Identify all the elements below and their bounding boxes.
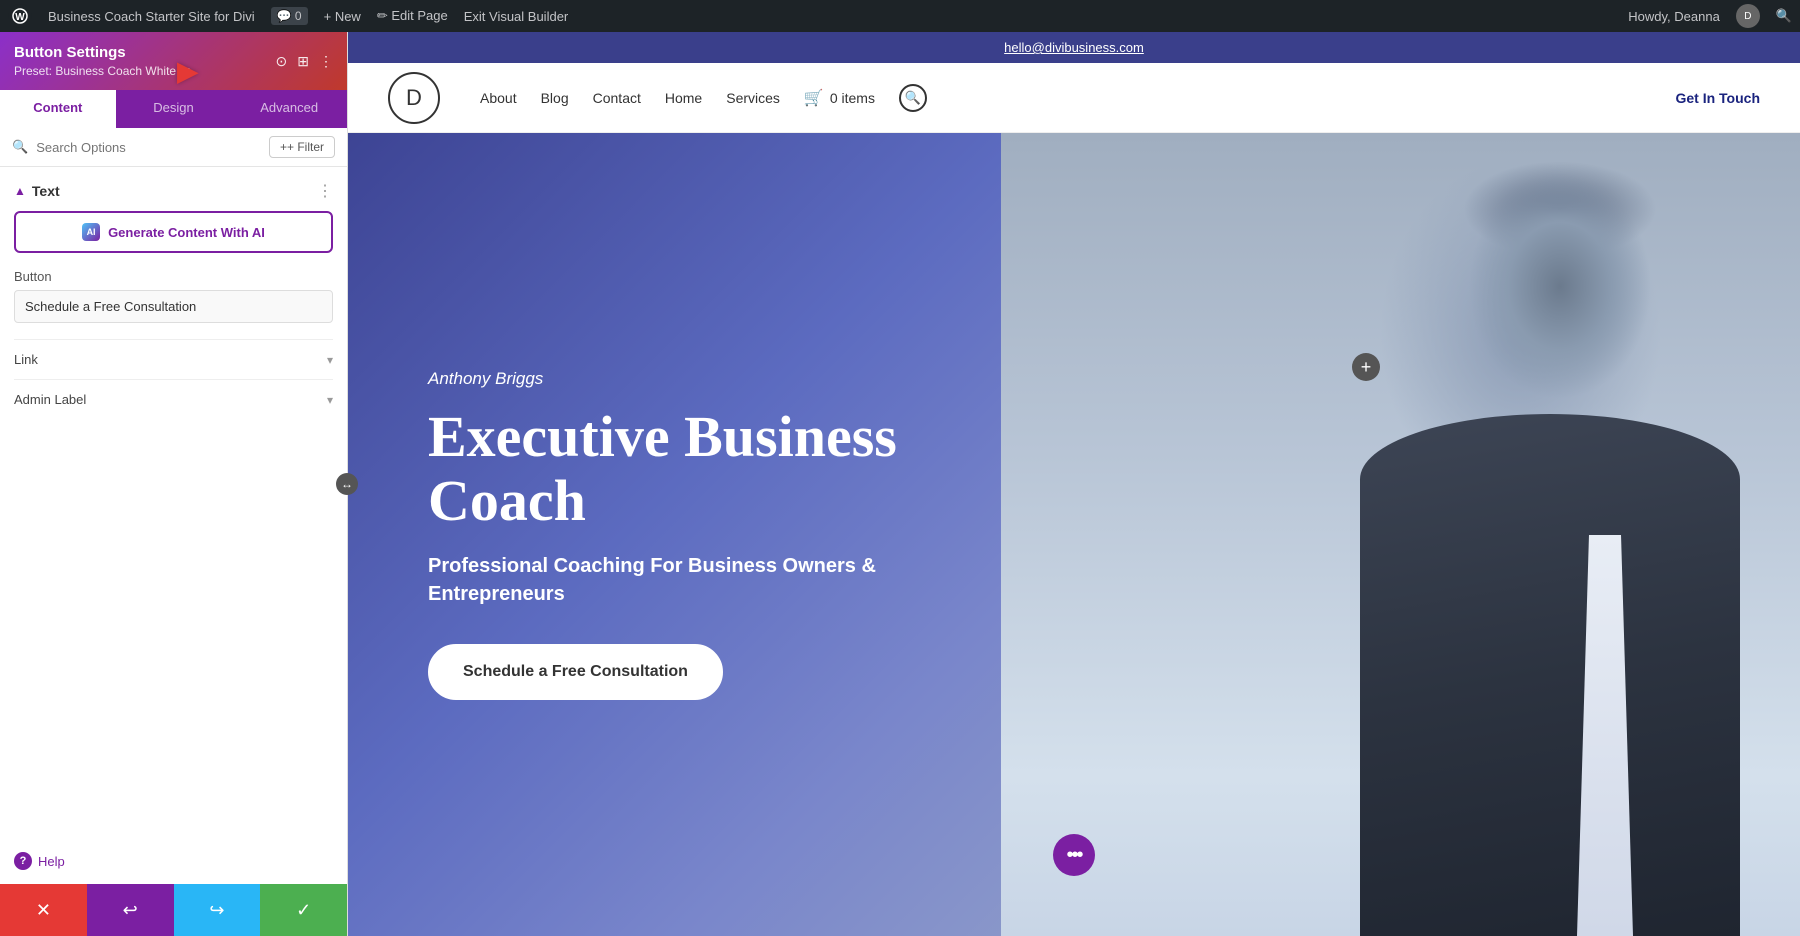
right-panel: hello@divibusiness.com D About Blog Cont… bbox=[348, 32, 1800, 936]
text-section-title: ▲ Text bbox=[14, 183, 60, 199]
panel-search-bar: 🔍 + + Filter bbox=[0, 128, 347, 167]
hero-title: Executive Business Coach bbox=[428, 405, 897, 533]
undo-button[interactable]: ↩ bbox=[87, 884, 174, 936]
resize-handle[interactable]: ↔ bbox=[336, 473, 358, 495]
user-avatar[interactable]: D bbox=[1736, 4, 1760, 28]
add-element-button[interactable]: + bbox=[1352, 353, 1380, 381]
cart-icon: 🛒 bbox=[804, 88, 824, 108]
nav-home[interactable]: Home bbox=[665, 90, 702, 106]
button-text-input[interactable] bbox=[14, 290, 333, 323]
panel-header-icons: ⊙ ⊞ ⋮ bbox=[276, 53, 333, 70]
edit-page-link[interactable]: ✏ Edit Page bbox=[377, 8, 448, 24]
admin-label-title: Admin Label bbox=[14, 392, 86, 407]
panel-title: Button Settings bbox=[14, 44, 192, 61]
panel-body: ▲ Text ⋮ AI Generate Content With AI But… bbox=[0, 167, 347, 838]
site-name-link[interactable]: Business Coach Starter Site for Divi bbox=[48, 9, 255, 24]
admin-label-header[interactable]: Admin Label ▾ bbox=[14, 392, 333, 407]
cart-items-label: 0 items bbox=[830, 90, 875, 106]
comment-bubble[interactable]: 💬 0 bbox=[271, 7, 308, 25]
hero-subtitle: Professional Coaching For Business Owner… bbox=[428, 552, 897, 608]
wp-admin-bar: W Business Coach Starter Site for Divi 💬… bbox=[0, 0, 1800, 32]
hero-cta-button[interactable]: Schedule a Free Consultation bbox=[428, 644, 723, 700]
link-section-title: Link bbox=[14, 352, 38, 367]
more-icon[interactable]: ⋮ bbox=[319, 53, 333, 70]
nav-services[interactable]: Services bbox=[726, 90, 780, 106]
redo-button[interactable]: ↪ bbox=[174, 884, 261, 936]
filter-plus-icon: + bbox=[280, 140, 287, 154]
help-section[interactable]: ? Help bbox=[0, 838, 347, 884]
target-icon[interactable]: ⊙ bbox=[276, 53, 288, 70]
panel-header-left: Button Settings Preset: Business Coach W… bbox=[14, 44, 192, 78]
hero-name: Anthony Briggs bbox=[428, 369, 897, 389]
email-bar: hello@divibusiness.com bbox=[348, 32, 1800, 63]
nav-contact[interactable]: Contact bbox=[593, 90, 641, 106]
text-section-more-icon[interactable]: ⋮ bbox=[317, 181, 333, 201]
exit-builder-link[interactable]: Exit Visual Builder bbox=[464, 9, 569, 24]
left-panel: Button Settings Preset: Business Coach W… bbox=[0, 32, 348, 936]
email-link[interactable]: hello@divibusiness.com bbox=[1004, 40, 1144, 55]
tab-advanced[interactable]: Advanced bbox=[231, 90, 347, 128]
ai-generate-button[interactable]: AI Generate Content With AI bbox=[14, 211, 333, 253]
filter-button[interactable]: + + Filter bbox=[269, 136, 335, 158]
site-header: D About Blog Contact Home Services 🛒 0 i… bbox=[348, 63, 1800, 133]
new-link[interactable]: + New bbox=[324, 9, 361, 24]
howdy-text: Howdy, Deanna bbox=[1628, 9, 1720, 24]
confirm-button[interactable]: ✓ bbox=[260, 884, 347, 936]
get-in-touch-button[interactable]: Get In Touch bbox=[1675, 90, 1760, 106]
site-nav: About Blog Contact Home Services 🛒 0 ite… bbox=[480, 84, 1645, 112]
nav-blog[interactable]: Blog bbox=[541, 90, 569, 106]
link-section-header[interactable]: Link ▾ bbox=[14, 352, 333, 367]
columns-icon[interactable]: ⊞ bbox=[297, 53, 309, 70]
admin-label-section: Admin Label ▾ bbox=[14, 379, 333, 419]
button-text-section: Button bbox=[14, 269, 333, 323]
section-options-button[interactable]: ••• bbox=[1053, 834, 1095, 876]
person-face-shape bbox=[1400, 133, 1720, 936]
text-section-chevron-icon[interactable]: ▲ bbox=[14, 184, 26, 198]
hero-content: Anthony Briggs Executive Business Coach … bbox=[428, 369, 897, 701]
svg-text:W: W bbox=[15, 12, 25, 23]
red-arrow-indicator: ◄ bbox=[170, 54, 206, 96]
admin-search-icon[interactable]: 🔍 bbox=[1776, 8, 1792, 24]
help-icon: ? bbox=[14, 852, 32, 870]
ai-icon: AI bbox=[82, 223, 100, 241]
panel-bottom-bar: ✕ ↩ ↪ ✓ bbox=[0, 884, 347, 936]
text-section-header: ▲ Text ⋮ bbox=[14, 181, 333, 201]
button-field-label: Button bbox=[14, 269, 333, 284]
tab-content[interactable]: Content bbox=[0, 90, 116, 128]
admin-label-chevron-icon: ▾ bbox=[327, 393, 333, 407]
hero-person-image bbox=[1001, 133, 1800, 936]
site-name-text: Business Coach Starter Site for Divi bbox=[48, 9, 255, 24]
nav-cart[interactable]: 🛒 0 items bbox=[804, 88, 875, 108]
site-logo[interactable]: D bbox=[388, 72, 440, 124]
link-section: Link ▾ bbox=[14, 339, 333, 379]
link-section-chevron-icon: ▾ bbox=[327, 353, 333, 367]
nav-search-icon[interactable]: 🔍 bbox=[899, 84, 927, 112]
main-layout: Button Settings Preset: Business Coach W… bbox=[0, 32, 1800, 936]
search-options-input[interactable] bbox=[36, 140, 261, 155]
panel-preset[interactable]: Preset: Business Coach White ▼ bbox=[14, 64, 192, 78]
cancel-button[interactable]: ✕ bbox=[0, 884, 87, 936]
search-icon: 🔍 bbox=[12, 139, 28, 155]
hero-section: Anthony Briggs Executive Business Coach … bbox=[348, 133, 1800, 936]
nav-about[interactable]: About bbox=[480, 90, 517, 106]
wp-logo-icon[interactable]: W bbox=[8, 4, 32, 28]
